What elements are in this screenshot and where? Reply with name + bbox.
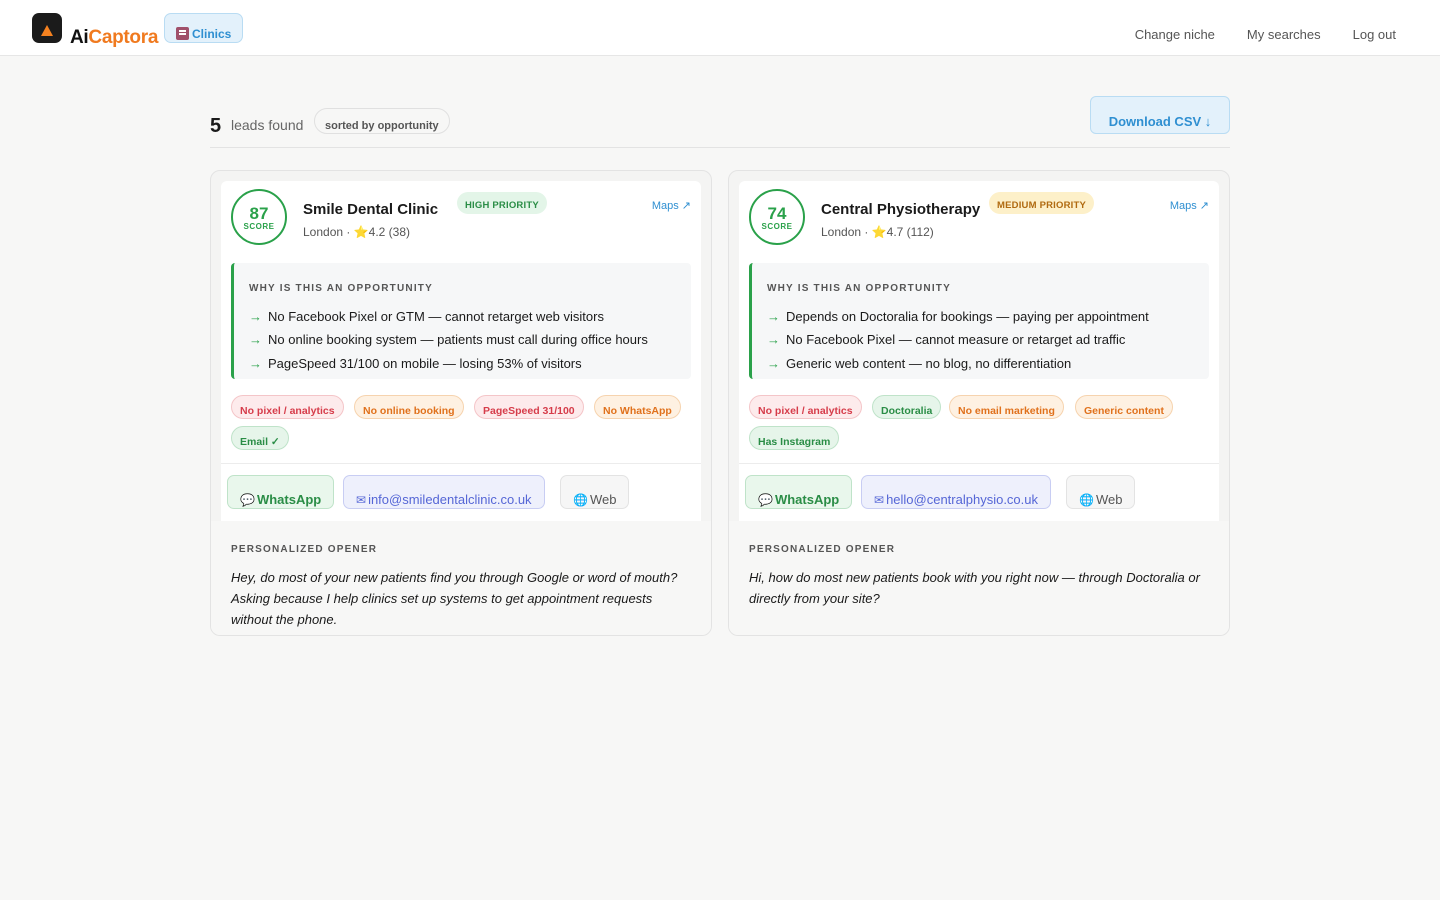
reason-text: No Facebook Pixel or GTM — cannot retarg… (268, 309, 604, 324)
business-name: Central Physiotherapy (821, 201, 981, 218)
arrow-right-icon: → (249, 309, 262, 324)
arrow-right-icon: → (767, 309, 780, 324)
app-logo[interactable]: AiCaptora (70, 27, 158, 49)
opener-text: Hey, do most of your new patients find y… (231, 570, 678, 627)
logo-ai-text: Ai (70, 27, 89, 48)
log-out-link[interactable]: Log out (1353, 27, 1396, 42)
tag: Doctoralia (872, 395, 942, 419)
reason-text: PageSpeed 31/100 on mobile — losing 53% … (268, 356, 582, 371)
reason-item: → Generic web content — no blog, no diffe… (767, 356, 1071, 371)
score-value: 87 (249, 204, 269, 223)
lead-card-body: 74 SCORE Central Physiotherapy MEDIUM PR… (739, 181, 1219, 521)
reason-item: → No Facebook Pixel — cannot measure or r… (767, 332, 1125, 347)
web-label: Web (1095, 492, 1123, 507)
reason-text: No online booking system — patients must… (268, 332, 648, 347)
lead-count: 5 (210, 115, 222, 137)
speech-bubble-icon: 💬 (240, 493, 255, 507)
opportunity-box: WHY IS THIS AN OPPORTUNITY → No Facebook … (231, 263, 691, 379)
reason-text: Depends on Doctoralia for bookings — pay… (786, 309, 1149, 324)
lead-count-label: leads found (231, 117, 304, 133)
email-label: hello@centralphysio.co.uk (886, 492, 1039, 507)
email-button[interactable]: ✉ info@smiledentalclinic.co.uk (343, 475, 545, 509)
lead-card: 87 SCORE Smile Dental Clinic HIGH PRIORI… (210, 170, 712, 636)
globe-icon: 🌐 (573, 493, 588, 507)
whatsapp-button[interactable]: 💬 WhatsApp (745, 475, 853, 509)
opener-section: PERSONALIZED OPENER Hey, do most of your… (211, 521, 711, 635)
opportunity-title: WHY IS THIS AN OPPORTUNITY (767, 283, 951, 294)
reason-item: → No Facebook Pixel or GTM — cannot retar… (249, 309, 604, 324)
reason-text: Generic web content — no blog, no differ… (786, 356, 1072, 371)
tag: No email marketing (949, 395, 1064, 419)
reason-item: → Depends on Doctoralia for bookings — pa… (767, 309, 1149, 324)
sort-badge[interactable]: sorted by opportunity (314, 108, 450, 134)
email-button[interactable]: ✉ hello@centralphysio.co.uk (861, 475, 1052, 509)
globe-icon: 🌐 (1079, 493, 1094, 507)
top-nav: Change niche My searches Log out (1135, 27, 1396, 42)
tag: No pixel / analytics (231, 395, 344, 419)
tag: No online booking (354, 395, 464, 419)
score-circle: 87 SCORE (231, 189, 287, 245)
whatsapp-label: WhatsApp (774, 492, 840, 507)
reason-item: → No online booking system — patients mus… (249, 332, 648, 347)
score-circle: 74 SCORE (749, 189, 805, 245)
arrow-right-icon: → (249, 332, 262, 347)
opener-title: PERSONALIZED OPENER (231, 544, 378, 555)
score-label: SCORE (243, 222, 275, 231)
tag: No WhatsApp (594, 395, 681, 419)
whatsapp-button[interactable]: 💬 WhatsApp (227, 475, 335, 509)
whatsapp-label: WhatsApp (256, 492, 322, 507)
opportunity-title: WHY IS THIS AN OPPORTUNITY (249, 283, 433, 294)
change-niche-link[interactable]: Change niche (1135, 27, 1215, 42)
niche-badge[interactable]: Clinics (164, 13, 244, 43)
tag: No pixel / analytics (749, 395, 862, 419)
opportunity-box: WHY IS THIS AN OPPORTUNITY → Depends on D… (749, 263, 1209, 379)
web-button[interactable]: 🌐 Web (1066, 475, 1136, 509)
score-value: 74 (767, 204, 787, 223)
tag: Email ✓ (231, 426, 289, 450)
divider (221, 463, 701, 464)
tag: PageSpeed 31/100 (474, 395, 584, 419)
priority-badge: HIGH PRIORITY (457, 192, 547, 214)
results-summary: 5 leads found sorted by opportunity Down… (210, 96, 1230, 148)
business-meta: London · ⭐4.2 (38) (303, 225, 411, 239)
divider (739, 463, 1219, 464)
lead-card: 74 SCORE Central Physiotherapy MEDIUM PR… (728, 170, 1230, 636)
arrow-right-icon: → (767, 332, 780, 347)
captora-logo-icon[interactable] (32, 13, 62, 43)
top-bar: AiCaptora Clinics Change niche My search… (0, 0, 1440, 56)
reason-item: → PageSpeed 31/100 on mobile — losing 53%… (249, 356, 582, 371)
hospital-icon (176, 27, 189, 40)
reason-text: No Facebook Pixel — cannot measure or re… (786, 332, 1126, 347)
opener-section: PERSONALIZED OPENER Hi, how do most new … (729, 521, 1229, 635)
envelope-icon: ✉ (356, 493, 367, 507)
lead-card-body: 87 SCORE Smile Dental Clinic HIGH PRIORI… (221, 181, 701, 521)
arrow-right-icon: → (767, 356, 780, 371)
download-csv-button[interactable]: Download CSV ↓ (1090, 96, 1230, 134)
tag: Has Instagram (749, 426, 840, 450)
priority-badge: MEDIUM PRIORITY (989, 192, 1095, 214)
my-searches-link[interactable]: My searches (1247, 27, 1321, 42)
business-meta: London · ⭐4.7 (112) (821, 225, 934, 239)
web-label: Web (589, 492, 617, 507)
arrow-right-icon: → (249, 356, 262, 371)
maps-link[interactable]: Maps ↗ (652, 199, 691, 212)
score-label: SCORE (761, 222, 793, 231)
speech-bubble-icon: 💬 (758, 493, 773, 507)
web-button[interactable]: 🌐 Web (560, 475, 630, 509)
niche-label: Clinics (192, 27, 232, 41)
opener-text: Hi, how do most new patients book with y… (749, 570, 1200, 606)
envelope-icon: ✉ (874, 493, 885, 507)
logo-captora-text: Captora (88, 27, 159, 48)
opener-title: PERSONALIZED OPENER (749, 544, 896, 555)
email-label: info@smiledentalclinic.co.uk (368, 492, 532, 507)
tag: Generic content (1075, 395, 1173, 419)
maps-link[interactable]: Maps ↗ (1170, 199, 1209, 212)
business-name: Smile Dental Clinic (303, 201, 439, 218)
